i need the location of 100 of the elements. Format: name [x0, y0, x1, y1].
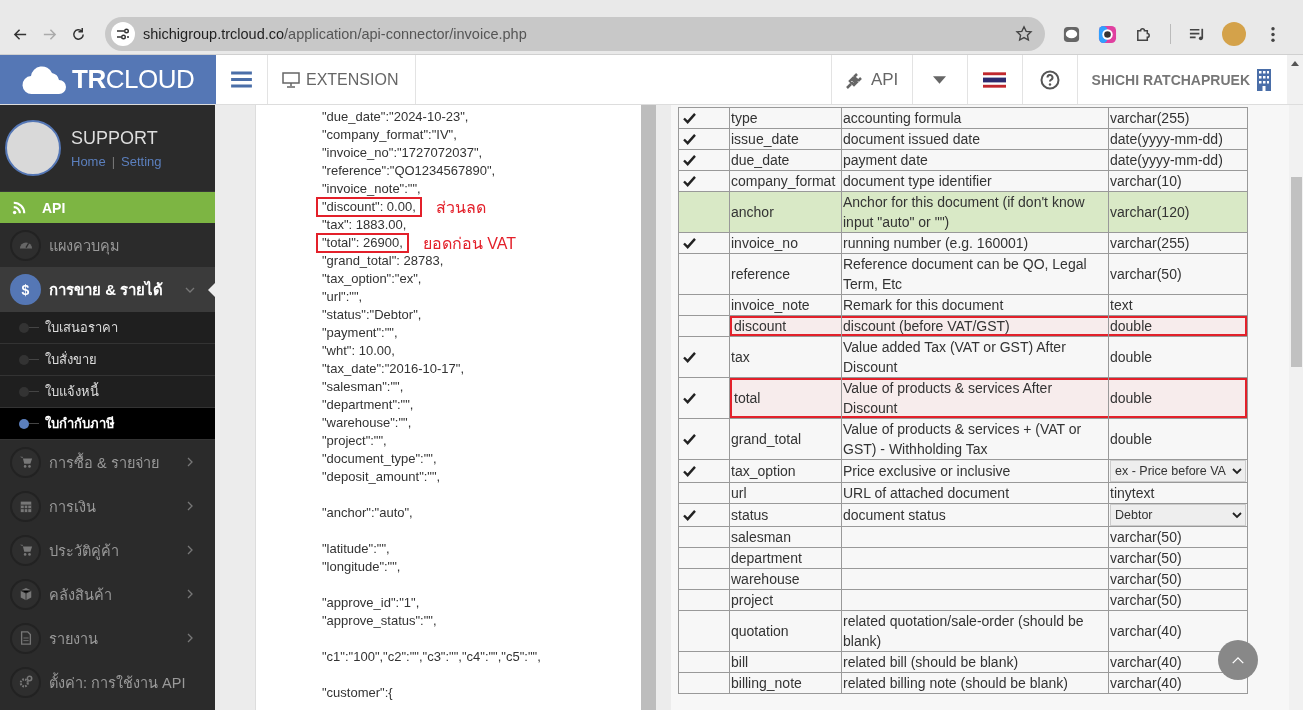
- scroll-to-top-button[interactable]: [1218, 640, 1258, 680]
- code-line: "project":"",: [321, 432, 388, 450]
- field-name-cell: tax: [729, 336, 842, 378]
- scrollbar[interactable]: [641, 105, 656, 710]
- submenu-item[interactable]: ใบสั่งขาย: [0, 344, 215, 376]
- description-cell: document status: [841, 503, 1109, 527]
- code-line: "salesman":"",: [321, 378, 405, 396]
- dropdown-select[interactable]: ex - Price before VA: [1110, 460, 1246, 482]
- field-name-cell: invoice_no: [729, 232, 842, 254]
- address-bar[interactable]: shichigroup.trcloud.co/application/api-connector/invoice.php: [105, 17, 1045, 51]
- profile-avatar: [5, 120, 61, 176]
- menu-icon[interactable]: [231, 71, 252, 88]
- sidebar-item[interactable]: ตั้งค่า: การใช้งาน API: [0, 660, 215, 704]
- sidebar-item[interactable]: แผงควบคุม: [0, 223, 215, 267]
- description-cell: Reference document can be QO, Legal Term, Etc: [841, 253, 1109, 295]
- flag-icon[interactable]: [983, 71, 1007, 88]
- api-button[interactable]: API: [831, 55, 913, 104]
- code-line: "grand_total": 28783,: [321, 252, 445, 270]
- code-line: "tax": 1883.00,: [321, 216, 408, 234]
- code-line: "invoice_no":"1727072037",: [321, 144, 484, 162]
- sidebar-item[interactable]: ประวัติคู่ค้า: [0, 528, 215, 572]
- field-name-cell: project: [729, 589, 842, 611]
- type-cell: varchar(40): [1110, 675, 1182, 691]
- sidebar-item[interactable]: $ การขาย & รายได้: [0, 267, 215, 312]
- field-name-cell: url: [729, 482, 842, 504]
- field-name-cell: grand_total: [729, 418, 842, 460]
- description-cell: document type identifier: [841, 170, 1109, 192]
- code-line: "url":"",: [321, 288, 364, 306]
- code-line: "c1":"100","c2":"","c3":"","c4":"","c5":"",: [321, 648, 542, 666]
- gears-icon: [18, 675, 33, 689]
- setting-link[interactable]: Setting: [121, 153, 162, 169]
- description-cell: payment date: [841, 149, 1109, 171]
- field-name-cell: issue_date: [729, 128, 842, 150]
- dropdown-select[interactable]: Debtor: [1110, 504, 1246, 526]
- sidebar-item[interactable]: การเงิน: [0, 484, 215, 528]
- chat-bubble-icon[interactable]: [1062, 24, 1081, 44]
- description-cell: discount (before VAT/GST): [841, 315, 1109, 337]
- chevron-up-icon: [1231, 655, 1245, 665]
- reload-icon[interactable]: [71, 26, 86, 42]
- code-line: "tax_option":"ex",: [321, 270, 423, 288]
- document-icon: [18, 631, 33, 645]
- submenu-item[interactable]: ใบแจ้งหนี้: [0, 376, 215, 408]
- code-line: "customer":{: [321, 684, 394, 702]
- description-cell: related billing note (should be blank): [841, 672, 1109, 694]
- field-name-cell: department: [729, 547, 842, 569]
- rss-icon: [12, 200, 26, 215]
- description-cell: URL of attached document: [841, 482, 1109, 504]
- field-name-cell: quotation: [729, 610, 842, 652]
- help-icon[interactable]: [1039, 69, 1060, 90]
- type-cell: double: [1110, 431, 1153, 447]
- description-cell: Remark for this document: [841, 294, 1109, 316]
- scrollbar[interactable]: [1287, 55, 1303, 104]
- code-line: "department":"",: [321, 396, 415, 414]
- field-name-cell: total: [729, 377, 842, 419]
- code-line: "latitude":"",: [321, 540, 391, 558]
- code-line: "document_type":"",: [321, 450, 438, 468]
- monitor-icon: [282, 71, 300, 88]
- menu-icon[interactable]: [1270, 24, 1276, 44]
- description-cell: related quotation/sale-order (should be blank): [841, 610, 1109, 652]
- scroll-up-icon[interactable]: [1291, 61, 1299, 66]
- scrollbar[interactable]: [1289, 105, 1303, 710]
- field-name-cell: due_date: [729, 149, 842, 171]
- cart-icon: [18, 543, 33, 557]
- description-cell: Anchor for this document (if don't know input "auto" or ""): [841, 191, 1109, 233]
- type-cell: varchar(120): [1110, 204, 1190, 220]
- bookmark-star-icon[interactable]: [1015, 25, 1033, 43]
- type-cell: varchar(50): [1110, 266, 1182, 282]
- code-line: "payment":"",: [321, 324, 399, 342]
- type-cell: text: [1110, 297, 1133, 313]
- sidebar-item[interactable]: รายงาน: [0, 616, 215, 660]
- building-icon: [1257, 68, 1271, 91]
- type-cell: varchar(40): [1110, 654, 1182, 670]
- type-cell: varchar(50): [1110, 529, 1182, 545]
- description-cell: Price exclusive or inclusive: [841, 459, 1109, 483]
- field-name-cell: bill: [729, 651, 842, 673]
- field-name-cell: type: [729, 107, 842, 129]
- field-name-cell: warehouse: [729, 568, 842, 590]
- code-line: "approve_status":"",: [321, 612, 438, 630]
- caret-icon: [933, 75, 947, 84]
- home-link[interactable]: Home: [71, 153, 106, 169]
- field-name-cell: company_format: [729, 170, 842, 192]
- profile-name: SUPPORT: [71, 127, 159, 149]
- logo[interactable]: TRCLOUD: [0, 55, 216, 104]
- code-line: "approve_id":"1",: [321, 594, 421, 612]
- type-cell: double: [1110, 349, 1153, 365]
- type-cell: double: [1110, 390, 1153, 406]
- submenu-item[interactable]: ใบกำกับภาษี: [0, 408, 215, 440]
- sidebar-item[interactable]: คลังสินค้า: [0, 572, 215, 616]
- extension-button[interactable]: EXTENSION: [268, 55, 417, 104]
- sidebar-item[interactable]: การซื้อ & รายจ่าย: [0, 440, 215, 484]
- submenu-item[interactable]: ใบเสนอราคา: [0, 312, 215, 344]
- user-menu[interactable]: SHICHI RATCHAPRUEK: [1077, 55, 1287, 104]
- code-line: "deposit_amount":"",: [321, 468, 442, 486]
- color-ring-icon[interactable]: [1098, 24, 1117, 44]
- annotation-note: ส่วนลด: [435, 197, 486, 218]
- chevron-down-icon: [1232, 511, 1242, 519]
- type-cell: date(yyyy-mm-dd): [1110, 131, 1223, 147]
- site-settings-icon[interactable]: [111, 22, 135, 46]
- code-line: "company_format":"IV",: [321, 126, 458, 144]
- description-cell: document issued date: [841, 128, 1109, 150]
